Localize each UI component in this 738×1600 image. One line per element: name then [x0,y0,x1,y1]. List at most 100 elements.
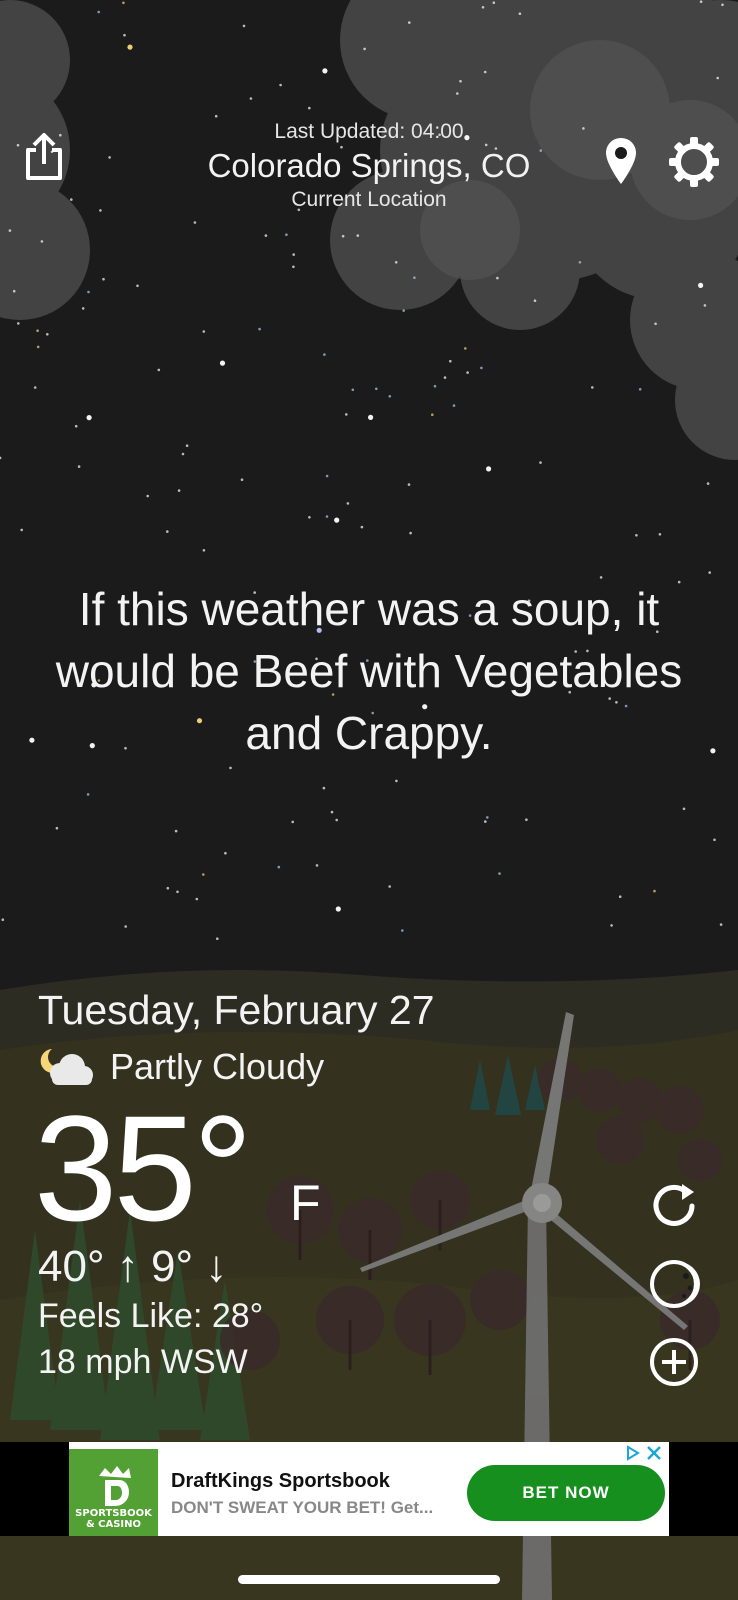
star [308,106,311,110]
star [483,70,487,74]
share-button[interactable] [14,124,74,190]
location-pin-icon [606,138,636,184]
star [74,424,78,428]
star [610,924,613,927]
star [456,92,459,95]
star [292,265,295,269]
star [525,818,528,821]
star [322,68,328,74]
star [323,353,326,356]
star [716,76,719,80]
star [292,253,296,256]
star [216,937,219,940]
draftkings-logo: SPORTSBOOK & CASINO [69,1449,158,1536]
star [368,414,374,420]
star [409,531,412,535]
ad-banner: SPORTSBOOK & CASINO DraftKings Sportsboo… [0,1442,738,1536]
star [102,277,105,281]
star [653,889,656,893]
star [360,525,364,529]
star [202,549,206,552]
current-weather-panel: Tuesday, February 27 Partly Cloudy 35° F… [34,985,458,1385]
close-icon[interactable] [645,1444,663,1462]
star [33,386,37,389]
star [703,304,707,307]
star [375,387,378,391]
bet-now-button[interactable]: BET NOW [467,1465,665,1521]
star [480,366,483,370]
star [157,368,161,372]
ad-choices-icon[interactable] [623,1444,641,1462]
settings-button[interactable] [662,130,726,194]
condition-text: Partly Cloudy [110,1046,325,1087]
star [258,327,261,331]
star [55,826,59,830]
star [492,1,496,4]
star [176,890,179,894]
star [518,12,522,15]
add-location-button[interactable] [646,1334,702,1390]
star [315,864,319,867]
current-temperature: 35° [34,1084,253,1252]
weather-screen: Last Updated: 04:00 Colorado Springs, CO… [0,0,738,1600]
star [394,261,398,264]
star [219,360,226,366]
star [202,873,205,876]
top-bar: Last Updated: 04:00 Colorado Springs, CO… [0,110,738,220]
star [431,413,434,417]
location-button[interactable] [596,128,646,194]
star [452,404,456,407]
ad-choices[interactable] [623,1444,663,1462]
location-name: Colorado Springs, CO [207,147,531,184]
moon-phase-icon [650,1260,700,1308]
star [17,322,20,325]
star [81,307,85,310]
star [177,489,181,492]
star [46,333,49,336]
ad-content[interactable]: SPORTSBOOK & CASINO DraftKings Sportsboo… [69,1442,669,1536]
star [335,818,339,822]
star [87,290,90,294]
star [1,918,5,921]
star [713,838,716,842]
star [459,79,462,83]
star [291,820,295,824]
star [123,33,126,37]
refresh-button[interactable] [646,1178,702,1234]
star [635,534,638,537]
star [407,483,411,486]
star [202,330,206,333]
star [322,786,326,790]
star [181,452,185,456]
star [486,816,489,819]
star [484,820,487,823]
home-indicator[interactable] [238,1575,500,1584]
weather-quote[interactable]: If this weather was a soup, it would be … [20,578,718,764]
star [330,810,334,814]
wind-text: 18 mph WSW [38,1343,248,1381]
star [401,929,404,932]
star [363,47,366,51]
logo-text-2: & CASINO [85,1519,142,1530]
star [341,234,345,238]
star [486,466,492,472]
star [124,925,127,928]
location-header[interactable]: Last Updated: 04:00 Colorado Springs, CO… [150,110,588,214]
temperature-row[interactable]: 35° F [34,1093,458,1243]
star [498,872,501,875]
star [345,413,348,416]
star [240,478,244,482]
star [719,923,723,926]
star [166,886,170,890]
date-text: Tuesday, February 27 [38,987,435,1033]
star [195,897,199,901]
star [539,461,542,464]
star [36,329,39,333]
star [242,24,246,28]
star [578,261,582,264]
add-icon [650,1338,698,1386]
star [193,221,197,224]
logo-text-1: SPORTSBOOK [75,1508,152,1519]
star [351,388,355,392]
moon-phase-button[interactable] [646,1256,702,1312]
